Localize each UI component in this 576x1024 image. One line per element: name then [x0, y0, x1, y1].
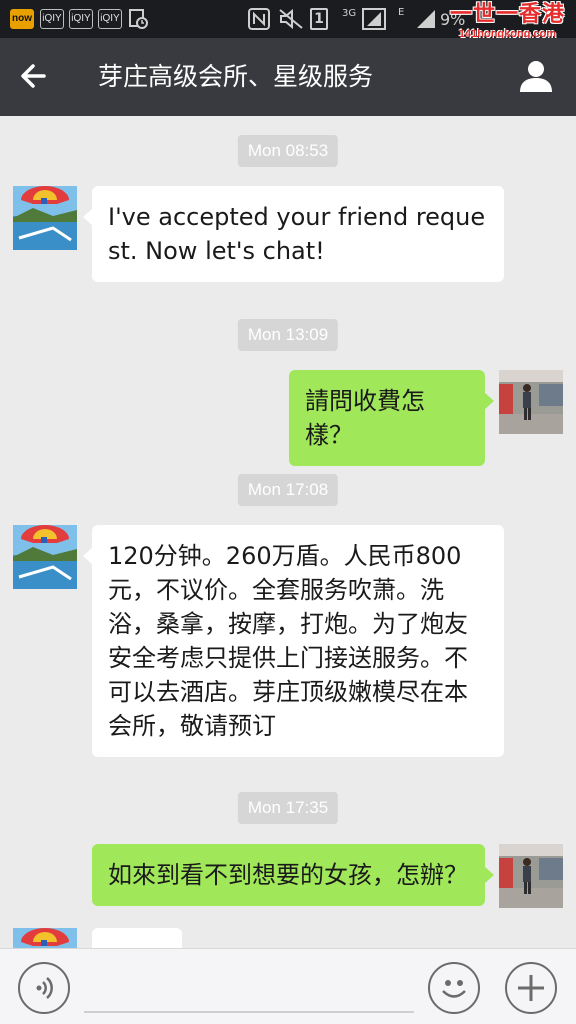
person-icon [520, 61, 552, 92]
network-type-label: 3G [342, 8, 357, 19]
my-avatar[interactable] [499, 370, 563, 434]
outgoing-message-bubble[interactable]: 請問收費怎樣？ [289, 370, 494, 466]
watermark: 一世一香港 141hongkong.com [445, 2, 570, 40]
timestamp: Mon 17:08 [237, 474, 339, 506]
more-actions-button[interactable] [505, 962, 557, 1014]
incoming-message-bubble[interactable]: I've accepted your friend request. Now l… [83, 186, 504, 282]
message-text: 120分钟。260万盾。人民币800元，不议价。全套服务吹萧。洗浴，桑拿，按摩，… [108, 542, 468, 740]
contact-avatar[interactable] [13, 525, 77, 589]
chat-area[interactable]: Mon 08:53 I've accepted your friend requ… [0, 116, 576, 948]
clock-icon [128, 8, 148, 35]
input-bar [0, 948, 576, 1024]
watermark-title: 一世一香港 [449, 2, 565, 27]
incoming-message-bubble[interactable]: 120分钟。260万盾。人民币800元，不议价。全套服务吹萧。洗浴，桑拿，按摩，… [83, 525, 504, 757]
contact-avatar[interactable] [13, 186, 77, 250]
voice-input-button[interactable] [18, 962, 70, 1014]
chat-info-button[interactable] [516, 56, 558, 98]
network-type-label-2: E [398, 7, 405, 18]
timestamp: Mon 08:53 [237, 135, 339, 167]
iqiyi-app-icon: iQIY [69, 9, 93, 29]
signal-icon [362, 8, 386, 35]
timestamp: Mon 13:09 [237, 319, 339, 351]
incoming-message-bubble[interactable] [92, 928, 182, 948]
nav-bar: 芽庄高级会所、星级服务 [0, 38, 576, 116]
voice-icon [36, 977, 53, 999]
now-app-icon: now [10, 9, 34, 29]
sim-slot-icon: 1 [310, 8, 328, 30]
message-text: 如來到看不到想要的女孩，怎辦？ [108, 861, 468, 889]
arrow-left-icon [21, 64, 46, 88]
message-input[interactable] [84, 965, 414, 1013]
chat-title: 芽庄高级会所、星级服务 [98, 62, 374, 91]
timestamp: Mon 17:35 [237, 792, 339, 824]
nfc-icon [248, 8, 270, 35]
emoji-icon [442, 980, 466, 998]
status-bar: now iQIY iQIY iQIY 1 3G E 9% 一世一香港 141ho… [0, 0, 576, 40]
emoji-button[interactable] [428, 962, 480, 1014]
plus-icon [518, 975, 544, 1001]
message-text: I've accepted your friend request. Now l… [108, 203, 486, 265]
mute-icon [278, 8, 304, 35]
contact-avatar[interactable] [13, 928, 77, 948]
outgoing-message-bubble[interactable]: 如來到看不到想要的女孩，怎辦？ [92, 844, 494, 906]
iqiyi-app-icon: iQIY [98, 9, 122, 29]
message-text: 請問收費怎樣？ [305, 387, 425, 449]
my-avatar[interactable] [499, 844, 563, 908]
signal-icon [414, 8, 438, 35]
iqiyi-app-icon: iQIY [40, 9, 64, 29]
back-button[interactable] [14, 56, 64, 98]
